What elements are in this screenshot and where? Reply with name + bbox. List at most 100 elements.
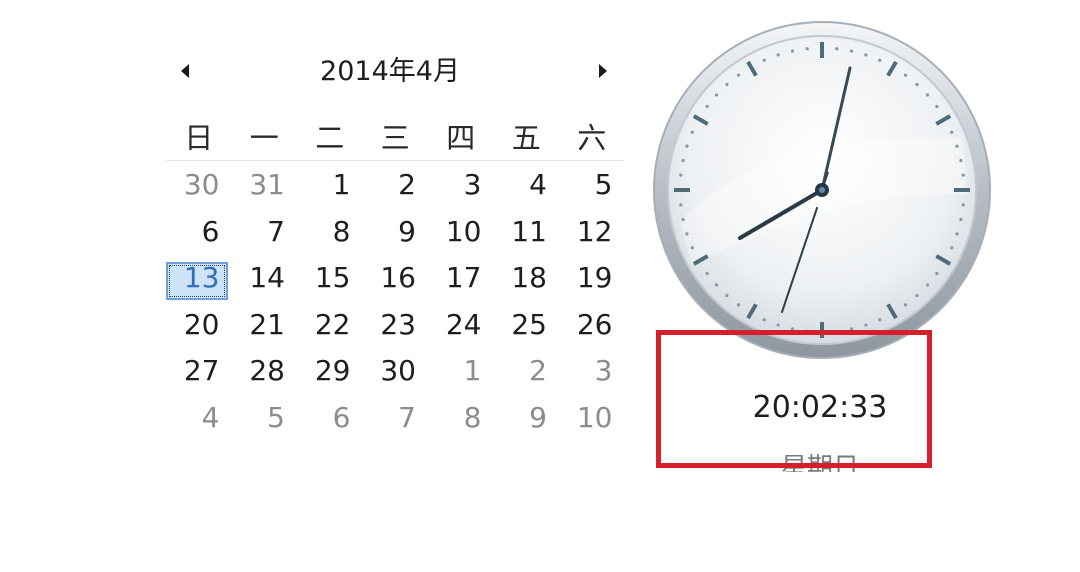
calendar-day[interactable]: 20 (166, 302, 232, 349)
minute-dot (679, 203, 683, 207)
minute-dot (950, 246, 954, 250)
minute-dot (736, 303, 741, 307)
minute-dot (864, 53, 868, 57)
weekday-header: 六 (577, 121, 607, 155)
triangle-right-icon (599, 64, 607, 78)
minute-dot (762, 318, 766, 322)
calendar-day[interactable]: 10 (428, 209, 494, 256)
minute-dot (681, 217, 685, 222)
calendar-day[interactable]: 4 (166, 395, 232, 442)
calendar-day[interactable]: 29 (297, 348, 363, 395)
calendar-day[interactable]: 14 (232, 255, 298, 302)
minute-dot (959, 217, 963, 222)
calendar-day[interactable]: 9 (363, 209, 429, 256)
minute-dot (849, 49, 854, 53)
calendar-day[interactable]: 27 (166, 348, 232, 395)
minute-dot (878, 318, 882, 322)
minute-dot (925, 283, 930, 287)
calendar-day[interactable]: 8 (428, 395, 494, 442)
calendar-day[interactable]: 30 (166, 162, 232, 209)
weekday-label: 星期日 (780, 453, 859, 472)
calendar-day[interactable]: 17 (428, 255, 494, 302)
minute-dot (685, 144, 689, 148)
minute-dot (864, 323, 868, 327)
calendar-day[interactable]: 2 (494, 348, 560, 395)
minute-dot (835, 47, 839, 51)
minute-dot (725, 82, 729, 87)
calendar-header: 2014年4月 (160, 50, 620, 94)
calendar-day[interactable]: 18 (494, 255, 560, 302)
minute-dot (776, 323, 780, 327)
minute-dot (776, 53, 780, 57)
minute-dot (961, 173, 965, 177)
minute-dot (736, 73, 741, 77)
minute-dot (790, 49, 795, 53)
calendar-day[interactable]: 30 (363, 348, 429, 395)
minute-dot (679, 173, 683, 177)
calendar-day[interactable]: 21 (232, 302, 298, 349)
calendar-day[interactable]: 8 (297, 209, 363, 256)
minute-dot (849, 327, 854, 331)
minute-dot (955, 144, 959, 148)
minute-dot (805, 329, 809, 333)
calendar-day[interactable]: 15 (297, 255, 363, 302)
calendar-day[interactable]: 22 (297, 302, 363, 349)
weekday-header: 二 (315, 121, 345, 155)
minute-dot (959, 158, 963, 163)
minute-dot (690, 130, 694, 134)
weekday-header: 三 (380, 121, 410, 155)
calendar-day[interactable]: 23 (363, 302, 429, 349)
calendar-day[interactable]: 7 (232, 209, 298, 256)
calendar-day[interactable]: 3 (559, 348, 625, 395)
analog-clock-icon (652, 20, 996, 364)
calendar-day[interactable]: 6 (166, 209, 232, 256)
weekday-header-row: 日一二三四五六 (166, 116, 624, 161)
calendar-day[interactable]: 19 (559, 255, 625, 302)
calendar-day[interactable]: 4 (494, 162, 560, 209)
calendar-day[interactable]: 2 (363, 162, 429, 209)
calendar-day[interactable]: 6 (297, 395, 363, 442)
minute-dot (915, 82, 919, 87)
minute-dot (935, 104, 939, 109)
next-month-button[interactable] (590, 58, 616, 84)
calendar-day[interactable]: 9 (494, 395, 560, 442)
calendar-day[interactable]: 26 (559, 302, 625, 349)
calendar-day[interactable]: 11 (494, 209, 560, 256)
calendar-day[interactable]: 5 (232, 395, 298, 442)
minute-dot (925, 93, 930, 97)
weekday-header: 日 (184, 121, 214, 155)
minute-dot (950, 130, 954, 134)
calendar-day[interactable]: 12 (559, 209, 625, 256)
minute-dot (705, 104, 709, 109)
minute-dot (762, 58, 766, 62)
minute-dot (790, 327, 795, 331)
triangle-left-icon (181, 64, 189, 78)
calendar-day[interactable]: 28 (232, 348, 298, 395)
month-title[interactable]: 2014年4月 (270, 54, 510, 90)
calendar-day[interactable]: 3 (428, 162, 494, 209)
calendar-day[interactable]: 25 (494, 302, 560, 349)
minute-dot (915, 293, 919, 298)
minute-dot (955, 232, 959, 236)
minute-dot (835, 329, 839, 333)
minute-dot (705, 271, 709, 276)
weekday-header: 一 (249, 121, 279, 155)
calendar-day[interactable]: 10 (559, 395, 625, 442)
minute-dot (935, 271, 939, 276)
minute-dot (714, 93, 719, 97)
calendar-day[interactable]: 1 (297, 162, 363, 209)
weekday-header: 四 (446, 121, 476, 155)
minute-dot (725, 293, 729, 298)
minute-dot (878, 58, 882, 62)
calendar-day-today[interactable]: 13 (166, 255, 232, 302)
calendar-day[interactable]: 1 (428, 348, 494, 395)
weekday-header: 五 (511, 121, 541, 155)
calendar-day[interactable]: 7 (363, 395, 429, 442)
previous-month-button[interactable] (172, 58, 198, 84)
calendar-day[interactable]: 24 (428, 302, 494, 349)
day-grid: 30 31 1 2 3 4 5 6 7 8 9 10 11 12 13 14 15 16 17 18 19 20 21 22 2… (166, 162, 624, 441)
calendar-day[interactable]: 5 (559, 162, 625, 209)
calendar-day[interactable]: 16 (363, 255, 429, 302)
calendar-day[interactable]: 31 (232, 162, 298, 209)
minute-dot (903, 303, 908, 307)
